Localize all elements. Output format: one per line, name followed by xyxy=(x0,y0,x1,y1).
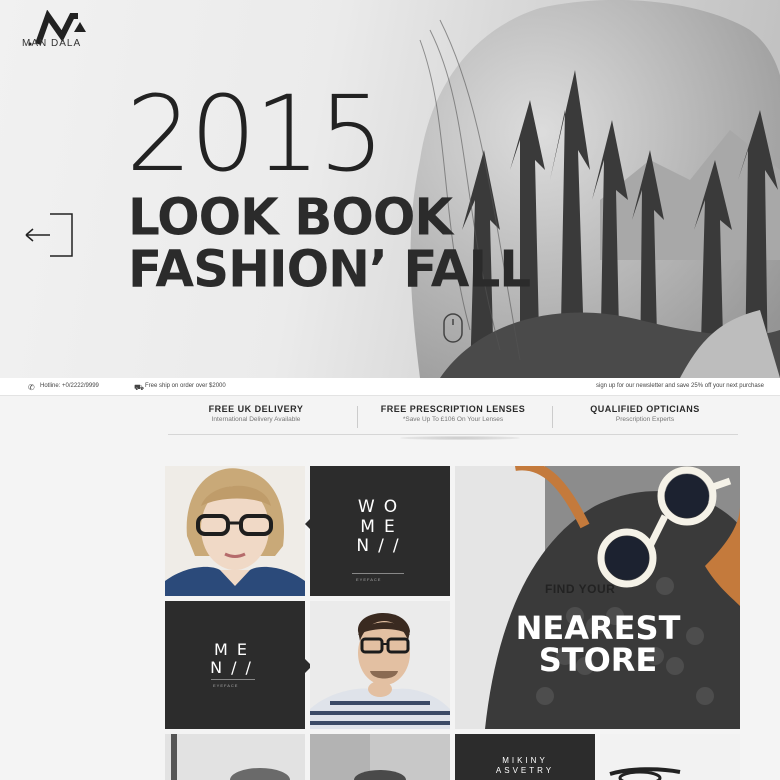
brand-name: MAN DALA xyxy=(22,38,82,49)
women-label-line: N// xyxy=(356,536,408,557)
arrow-left-icon[interactable] xyxy=(22,212,74,258)
hero-banner: MAN DALA 2015 LOOK BOOK FASHION’ FALL xyxy=(0,0,780,378)
mikiny-category-tile[interactable]: MIKINY ASVETRY xyxy=(455,734,595,780)
men-sublabel: EYEFACE xyxy=(213,683,239,688)
men-photo[interactable] xyxy=(310,601,450,729)
store-headline-2: STORE xyxy=(538,641,658,679)
feature-delivery: FREE UK DELIVERY International Delivery … xyxy=(166,404,346,423)
bottom-photo-mid[interactable] xyxy=(310,734,450,780)
bottom-photo-left[interactable] xyxy=(165,734,305,780)
divider xyxy=(552,406,553,428)
women-label-line: WO xyxy=(357,497,407,517)
feature-subtitle: International Delivery Available xyxy=(211,416,301,423)
hero-headline-2: FASHION’ FALL xyxy=(128,239,531,299)
shelf-shadow xyxy=(400,436,520,440)
nearest-store-banner[interactable]: FIND YOUR NEAREST STORE xyxy=(455,466,740,729)
divider xyxy=(168,434,738,435)
info-bar: ✆ Hotline: +0/2222/9999 ⛟ Free ship on o… xyxy=(0,378,780,396)
divider xyxy=(352,573,404,574)
truck-icon: ⛟ xyxy=(134,383,145,392)
mikiny-label: MIKINY ASVETRY xyxy=(455,756,595,776)
divider xyxy=(357,406,358,428)
hotline-text: Hotline: +0/2222/9999 xyxy=(40,383,99,389)
shipping-text: Free ship on order over $2000 xyxy=(145,383,226,389)
feature-opticians: QUALIFIED OPTICIANS Prescription Experts xyxy=(555,404,735,423)
mikiny-label-line: MIKINY xyxy=(502,756,548,765)
feature-subtitle: Prescription Experts xyxy=(615,416,675,423)
women-label-line: ME xyxy=(360,516,404,537)
women-sublabel: EYEFACE xyxy=(356,577,382,582)
photo-image xyxy=(165,734,305,780)
feature-title: FREE UK DELIVERY xyxy=(208,404,304,414)
store-background-image xyxy=(455,466,740,729)
phone-icon: ✆ xyxy=(28,383,35,392)
women-label: WO ME N// xyxy=(332,497,432,557)
store-kicker: FIND YOUR xyxy=(545,582,616,596)
tile-pointer xyxy=(305,517,312,531)
mikiny-label-line: ASVETRY xyxy=(495,766,555,775)
newsletter-link[interactable]: sign up for our newsletter and save 25% … xyxy=(596,383,764,389)
man-portrait-image xyxy=(310,601,450,729)
men-label: ME N// xyxy=(205,640,265,678)
women-category-tile[interactable]: WO ME N// EYEFACE xyxy=(310,466,450,596)
glasses-image xyxy=(600,734,740,780)
hero-year: 2015 xyxy=(126,73,385,195)
hero-headline-1: LOOK BOOK xyxy=(128,187,453,247)
bottom-photo-right[interactable] xyxy=(600,734,740,780)
mouse-scroll-icon[interactable] xyxy=(442,312,464,344)
men-label-line: N// xyxy=(210,658,260,678)
men-category-tile[interactable]: ME N// EYEFACE xyxy=(165,601,305,729)
feature-title: FREE PRESCRIPTION LENSES xyxy=(380,404,526,414)
store-headline-1: NEAREST xyxy=(515,609,681,647)
men-label-line: ME xyxy=(214,640,256,659)
feature-lenses: FREE PRESCRIPTION LENSES *Save Up To £10… xyxy=(363,404,543,423)
divider xyxy=(211,679,255,680)
woman-portrait-image xyxy=(165,466,305,596)
feature-subtitle: *Save Up To £106 On Your Lenses xyxy=(402,416,504,423)
feature-title: QUALIFIED OPTICIANS xyxy=(590,404,700,414)
photo-image xyxy=(310,734,450,780)
women-photo[interactable] xyxy=(165,466,305,596)
